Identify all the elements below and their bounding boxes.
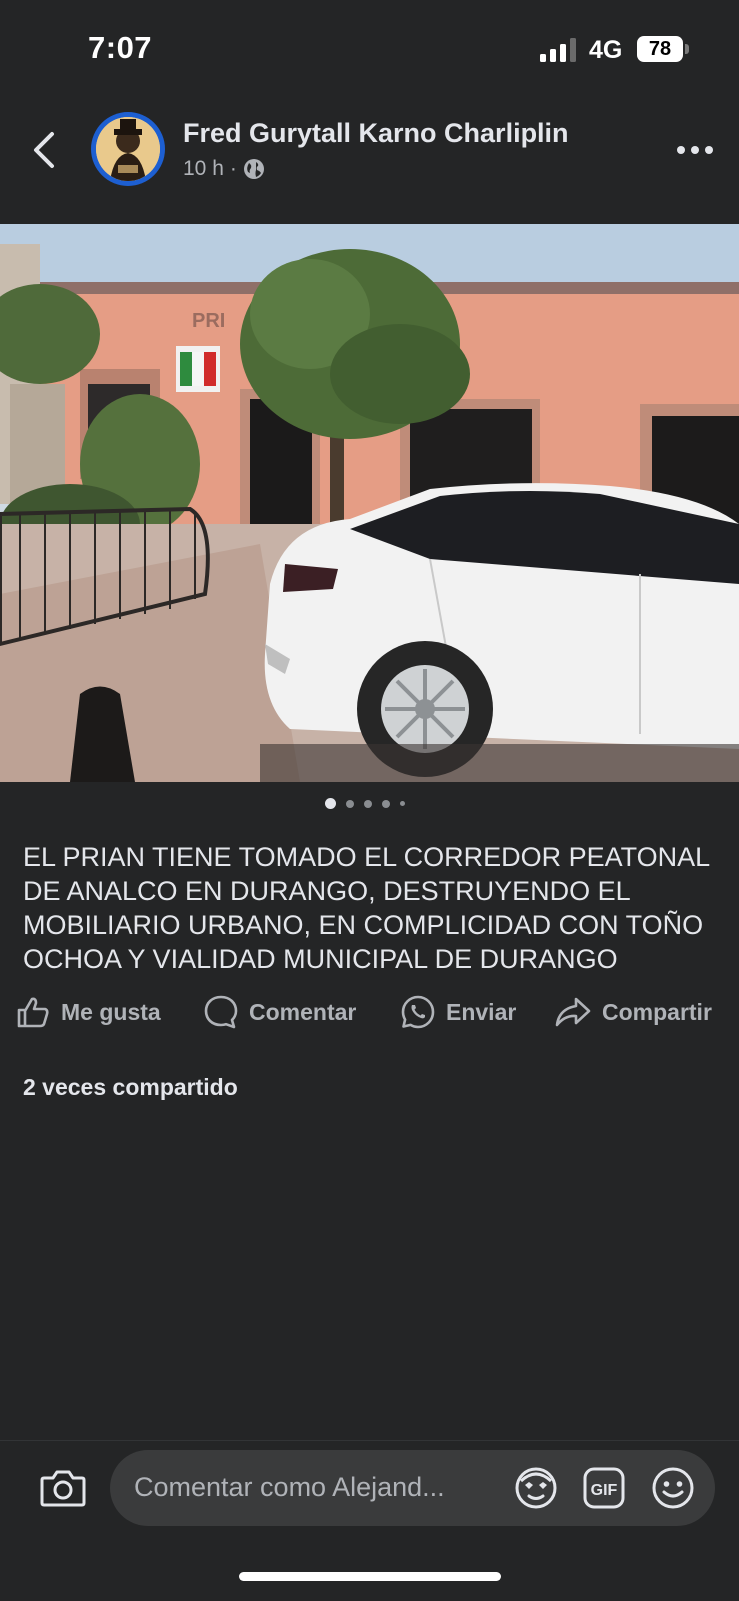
thumbs-up-icon (17, 997, 49, 1028)
cell-signal-icon (540, 38, 576, 62)
pagination-dot-4[interactable] (382, 799, 390, 808)
author-avatar[interactable] (91, 112, 165, 186)
svg-text:GIF: GIF (591, 1482, 618, 1499)
home-indicator[interactable] (239, 1572, 501, 1581)
globe-icon (243, 159, 264, 179)
post-actions: Me gusta Comentar Enviar Compartir (15, 994, 730, 1034)
pagination-dot-5[interactable] (400, 801, 405, 806)
post-time: 10 h (183, 157, 224, 180)
emoji-icon[interactable] (651, 1466, 695, 1510)
gif-icon[interactable]: GIF (583, 1467, 625, 1509)
whatsapp-icon (401, 995, 435, 1029)
battery-icon: 78 (637, 36, 689, 62)
camera-icon[interactable] (40, 1468, 86, 1508)
photo-pagination[interactable] (325, 798, 405, 809)
send-label: Enviar (446, 998, 517, 1025)
pagination-dot-1[interactable] (325, 798, 336, 809)
like-button[interactable]: Me gusta (15, 994, 161, 1030)
meta-separator: · (229, 157, 237, 180)
avatar-image (96, 117, 160, 181)
share-arrow-icon (555, 997, 591, 1027)
shares-count[interactable]: 2 veces compartido (23, 1074, 238, 1101)
post-meta: 10 h · (183, 157, 265, 181)
share-button[interactable]: Compartir (554, 994, 712, 1030)
pagination-dot-2[interactable] (346, 799, 354, 808)
author-name[interactable]: Fred Gurytall Karno Charliplin (183, 118, 569, 149)
photo-image: PRI (0, 224, 739, 782)
battery-level: 78 (637, 36, 683, 62)
comment-label: Comentar (249, 998, 357, 1025)
status-time: 7:07 (88, 30, 153, 65)
more-options-icon[interactable] (675, 138, 715, 162)
comment-bubble-icon (204, 995, 238, 1029)
comment-placeholder[interactable]: Comentar como Alejand... (134, 1472, 445, 1503)
back-arrow-icon[interactable] (30, 128, 60, 172)
comment-button[interactable]: Comentar (203, 994, 356, 1030)
share-label: Compartir (602, 998, 712, 1025)
like-label: Me gusta (61, 998, 161, 1025)
avatar-sticker-icon[interactable] (513, 1465, 559, 1511)
network-type: 4G (589, 36, 623, 64)
post-photo[interactable]: PRI (0, 224, 739, 782)
send-button[interactable]: Enviar (400, 994, 516, 1030)
pagination-dot-3[interactable] (364, 799, 372, 808)
post-caption: EL PRIAN TIENE TOMADO EL CORREDOR PEATON… (23, 842, 710, 974)
wall-letters: PRI (192, 310, 225, 332)
